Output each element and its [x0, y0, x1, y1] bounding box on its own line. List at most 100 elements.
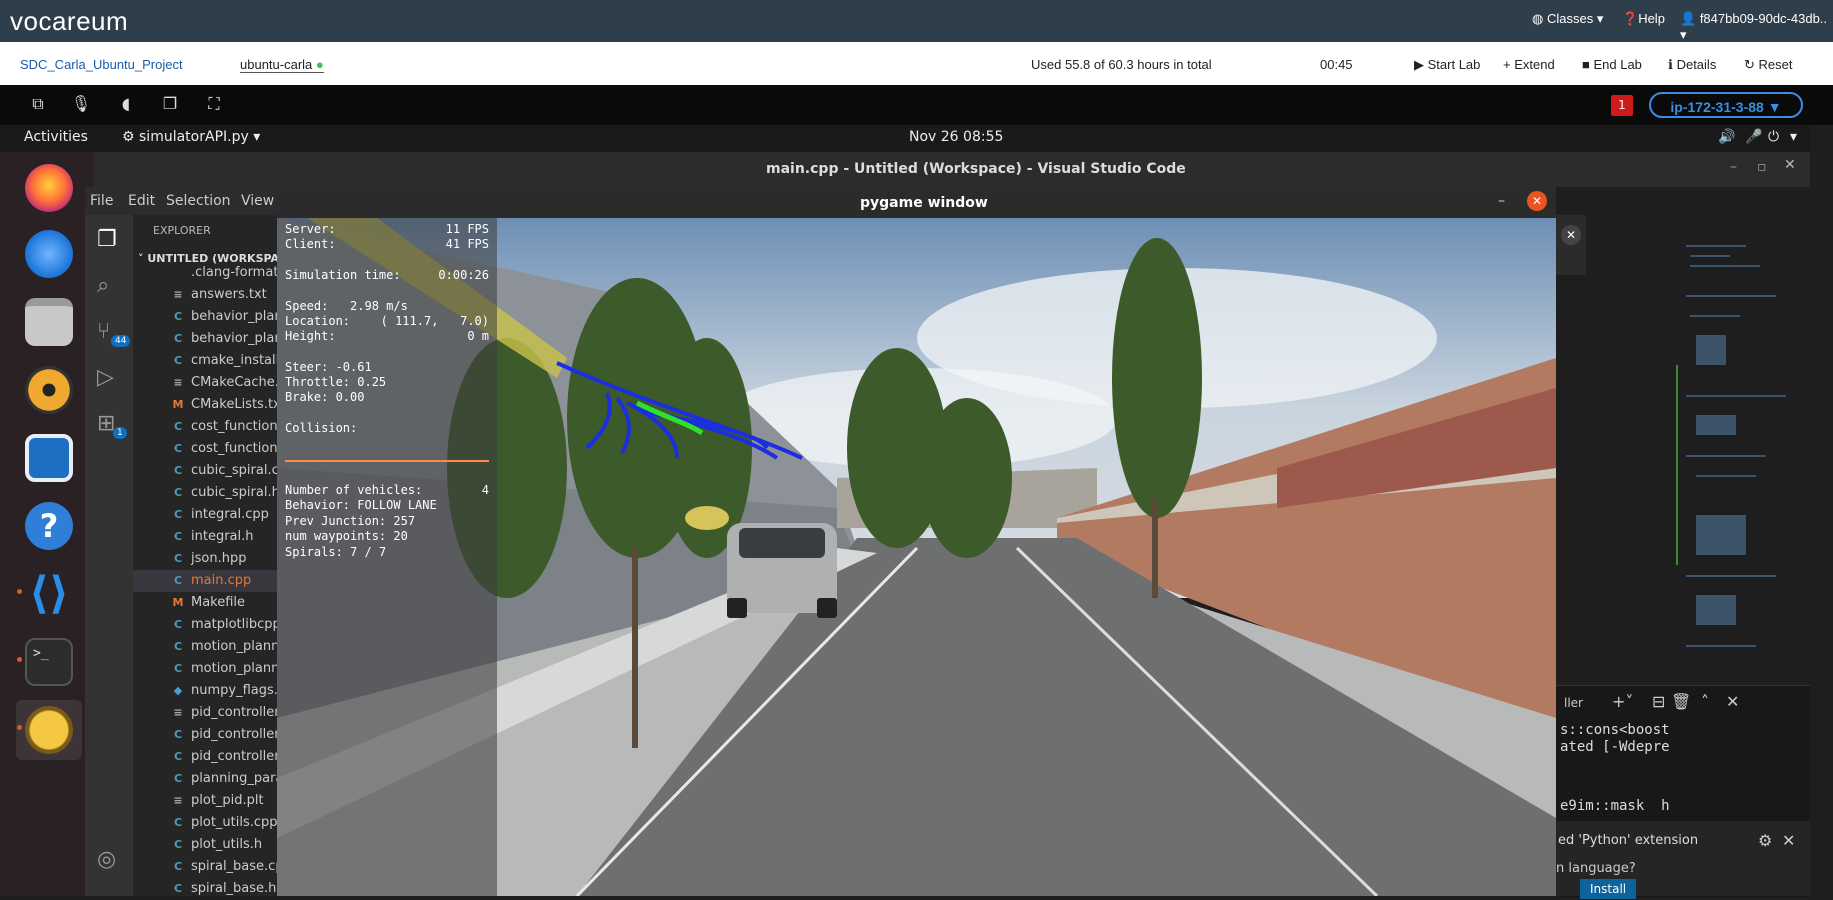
- notification-close-icon[interactable]: ✕: [1782, 831, 1795, 850]
- file-item[interactable]: Ccmake_install.cmake: [133, 350, 277, 372]
- windows-icon[interactable]: ⧉: [27, 93, 49, 115]
- microphone-icon[interactable]: 🎤: [1745, 129, 1762, 145]
- source-control-icon[interactable]: ⑂: [97, 319, 110, 344]
- file-item[interactable]: Cbehavior_planner.h: [133, 328, 277, 350]
- firefox-icon[interactable]: [25, 164, 73, 212]
- file-item[interactable]: ≡ pid_controller: [133, 702, 277, 724]
- audio-icon[interactable]: ◖: [115, 93, 137, 115]
- notification-settings-icon[interactable]: ⚙: [1758, 831, 1772, 850]
- new-terminal-icon[interactable]: +˅: [1612, 692, 1633, 711]
- app-menu[interactable]: ⚙ simulatorAPI.py ▾: [122, 129, 260, 145]
- file-type-icon: C: [173, 310, 183, 323]
- help-menu[interactable]: ❓Help: [1622, 11, 1665, 27]
- menu-edit[interactable]: Edit: [128, 193, 155, 209]
- system-menu-caret-icon[interactable]: ▾: [1790, 129, 1797, 145]
- terminal-icon[interactable]: >_: [25, 638, 73, 686]
- terminal-tab-label[interactable]: ller: [1564, 696, 1583, 710]
- details-button[interactable]: ℹ Details: [1668, 57, 1716, 73]
- thunderbird-icon[interactable]: [25, 230, 73, 278]
- file-name: planning_params.h: [191, 771, 277, 786]
- install-button[interactable]: Install: [1580, 879, 1637, 899]
- account-icon[interactable]: ◎: [97, 847, 116, 872]
- carla-icon[interactable]: [25, 706, 73, 754]
- clock[interactable]: Nov 26 08:55: [909, 129, 1003, 145]
- reset-button[interactable]: ↻ Reset: [1744, 57, 1793, 73]
- extend-button[interactable]: + Extend: [1503, 57, 1555, 72]
- file-item[interactable]: ≡ answers.txt: [133, 284, 277, 306]
- file-item[interactable]: Cintegral.h: [133, 526, 277, 548]
- file-item[interactable]: Cplot_utils.h: [133, 834, 277, 856]
- file-item[interactable]: Cmotion_planner.cpp: [133, 636, 277, 658]
- activities-button[interactable]: Activities: [24, 129, 88, 145]
- vscode-icon[interactable]: ⟨⟩: [25, 570, 73, 618]
- maximize-panel-icon[interactable]: ˄: [1701, 692, 1709, 711]
- file-item[interactable]: Cplanning_params.h: [133, 768, 277, 790]
- hud-sim-label: Simulation time:: [285, 268, 401, 282]
- vocareum-logo[interactable]: vocareum: [10, 6, 128, 37]
- power-icon[interactable]: ⏻: [1768, 129, 1779, 145]
- file-item[interactable]: Ccost_functions.h: [133, 438, 277, 460]
- file-item[interactable]: Ccubic_spiral.h: [133, 482, 277, 504]
- clipboard-icon[interactable]: ❐: [159, 93, 181, 115]
- file-name: json.hpp: [191, 551, 247, 566]
- file-item[interactable]: Cpid_controller.h: [133, 746, 277, 768]
- file-item[interactable]: ≡ CMakeCache.txt: [133, 372, 277, 394]
- file-item[interactable]: Cmotion_planner.h: [133, 658, 277, 680]
- menu-view[interactable]: View: [241, 193, 274, 209]
- kill-terminal-icon[interactable]: 🗑: [1671, 692, 1691, 711]
- maximize-icon[interactable]: ▫: [1757, 159, 1767, 175]
- carla-camera-view[interactable]: Server: 11 FPS Client: 41 FPS Simulation…: [277, 218, 1556, 896]
- dialog-close-icon[interactable]: ✕: [1561, 225, 1581, 245]
- file-item[interactable]: Cpid_controller.cpp: [133, 724, 277, 746]
- file-item[interactable]: M Makefile: [133, 592, 277, 614]
- fullscreen-icon[interactable]: ⛶: [203, 93, 225, 115]
- explorer-icon[interactable]: ❐: [97, 227, 117, 252]
- notification-badge[interactable]: 1: [1611, 95, 1633, 116]
- file-item[interactable]: Cintegral.cpp: [133, 504, 277, 526]
- file-item[interactable]: .clang-format: [133, 262, 277, 284]
- user-menu[interactable]: 👤 f847bb09-90dc-43db.. ▾: [1680, 11, 1833, 43]
- host-selector[interactable]: ip-172-31-3-88 ▼: [1649, 92, 1803, 118]
- vscode-window-title: main.cpp - Untitled (Workspace) - Visual…: [766, 161, 1186, 177]
- env-name[interactable]: ubuntu-carla ●: [240, 57, 324, 73]
- minimap[interactable]: [1676, 215, 1810, 685]
- file-item[interactable]: Cplot_utils.cpp: [133, 812, 277, 834]
- close-icon[interactable]: ✕: [1784, 157, 1796, 173]
- menu-selection[interactable]: Selection: [166, 193, 231, 209]
- project-link[interactable]: SDC_Carla_Ubuntu_Project: [20, 57, 183, 72]
- files-icon[interactable]: [25, 298, 73, 346]
- terminal-output[interactable]: s::cons<boost ated [-Wdepre e9im::mask h: [1560, 722, 1670, 815]
- pygame-titlebar[interactable]: pygame window – ✕: [277, 187, 1556, 218]
- file-item[interactable]: ◆ numpy_flags.py: [133, 680, 277, 702]
- file-item[interactable]: M CMakeLists.txt: [133, 394, 277, 416]
- file-item[interactable]: Cjson.hpp: [133, 548, 277, 570]
- close-panel-icon[interactable]: ✕: [1726, 692, 1739, 711]
- minimize-icon[interactable]: –: [1730, 159, 1737, 175]
- microphone-off-icon[interactable]: 🎙: [70, 93, 92, 115]
- hud-location-label: Location:: [285, 314, 351, 328]
- start-lab-button[interactable]: ▶ Start Lab: [1414, 57, 1480, 73]
- file-item[interactable]: Cspiral_base.h: [133, 878, 277, 900]
- running-indicator-terminal: [17, 657, 22, 662]
- help-icon[interactable]: ?: [25, 502, 73, 550]
- file-item[interactable]: ≡ plot_pid.plt: [133, 790, 277, 812]
- file-item[interactable]: Cbehavior_planner.cpp: [133, 306, 277, 328]
- file-item[interactable]: Ccubic_spiral.cpp: [133, 460, 277, 482]
- file-name: main.cpp: [191, 573, 252, 588]
- writer-icon[interactable]: [25, 434, 73, 482]
- file-name: pid_controller.cpp: [191, 727, 277, 742]
- file-item[interactable]: Cmatplotlibcpp.h: [133, 614, 277, 636]
- search-icon[interactable]: ⌕: [97, 273, 109, 298]
- menu-file[interactable]: File: [90, 193, 113, 209]
- pygame-close-icon[interactable]: ✕: [1527, 191, 1547, 211]
- volume-icon[interactable]: 🔊: [1718, 129, 1735, 145]
- classes-menu[interactable]: ◍ Classes ▾: [1532, 11, 1603, 27]
- file-item[interactable]: Ccost_functions.cpp: [133, 416, 277, 438]
- run-debug-icon[interactable]: ▷: [97, 365, 114, 390]
- rhythmbox-icon[interactable]: [25, 366, 73, 414]
- end-lab-button[interactable]: ■ End Lab: [1582, 57, 1642, 72]
- pygame-minimize-icon[interactable]: –: [1498, 193, 1505, 209]
- file-item[interactable]: Cspiral_base.cpp: [133, 856, 277, 878]
- split-terminal-icon[interactable]: ⊟: [1652, 692, 1665, 711]
- file-item[interactable]: Cmain.cpp: [133, 570, 277, 592]
